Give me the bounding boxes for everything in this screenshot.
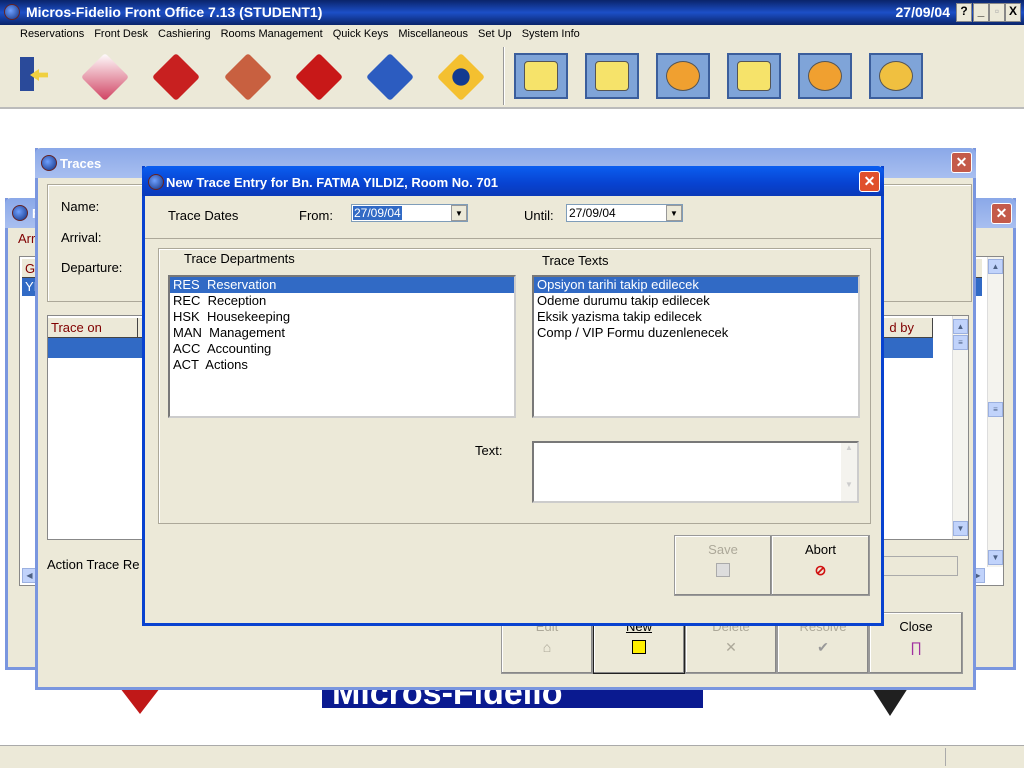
action-trace-field[interactable]	[878, 556, 958, 576]
menu-reservations[interactable]: Reservations	[15, 25, 89, 40]
trace-texts-list[interactable]: Opsiyon tarihi takip edilecek Odeme duru…	[532, 275, 860, 418]
vertical-scrollbar[interactable]: ▲ ≡ ▼	[987, 257, 1003, 567]
menu-cashiering[interactable]: Cashiering	[153, 25, 216, 40]
menu-quick-keys[interactable]: Quick Keys	[328, 25, 394, 40]
exit-icon[interactable]	[18, 57, 48, 97]
night-audit-icon[interactable]	[362, 52, 418, 102]
close-label: Close	[899, 619, 933, 634]
groups-icon[interactable]	[656, 53, 710, 99]
list-item[interactable]: Opsiyon tarihi takip edilecek	[534, 277, 858, 293]
miscellaneous-icon[interactable]	[433, 52, 489, 102]
departure-label: Departure:	[61, 260, 123, 275]
until-date-value: 27/09/04	[569, 206, 616, 220]
checkmark-icon: ✔	[817, 639, 829, 655]
app-globe-icon	[4, 4, 20, 20]
menu-front-desk[interactable]: Front Desk	[89, 25, 153, 40]
profiles-icon[interactable]	[798, 53, 852, 99]
window-globe-icon	[12, 205, 28, 221]
menu-miscellaneous[interactable]: Miscellaneous	[393, 25, 473, 40]
delete-icon: ✕	[725, 639, 737, 655]
menu-set-up[interactable]: Set Up	[473, 25, 517, 40]
save-button[interactable]: Save	[674, 535, 772, 596]
restore-button[interactable]: ▫	[989, 3, 1005, 22]
chevron-down-icon[interactable]: ▼	[451, 205, 467, 221]
logo-triangle-left	[120, 688, 160, 714]
minimize-button[interactable]: _	[973, 3, 989, 22]
edit-icon: ⌂	[542, 639, 552, 655]
name-label: Name:	[61, 199, 100, 214]
list-item[interactable]: ACT Actions	[170, 357, 514, 373]
arrival-label: Arrival:	[61, 230, 102, 245]
housekeeping-icon[interactable]	[727, 53, 781, 99]
arrival-label: Arr	[18, 231, 36, 246]
from-date-value: 27/09/04	[353, 206, 402, 220]
list-item[interactable]: Eksik yazisma takip edilecek	[534, 309, 858, 325]
close-traces-button[interactable]: ✕	[951, 152, 972, 173]
close-reservation-window-button[interactable]: ✕	[991, 203, 1012, 224]
text-field[interactable]: ▲ ▼	[532, 441, 859, 503]
list-item[interactable]: Odeme durumu takip edilecek	[534, 293, 858, 309]
traces-title: Traces	[60, 156, 102, 171]
from-date-combo[interactable]: 27/09/04 ▼	[351, 204, 468, 222]
divider	[145, 238, 881, 239]
trace-dates-label: Trace Dates	[168, 208, 239, 223]
cashiering-icon[interactable]	[220, 52, 276, 102]
app-title-bar: Micros-Fidelio Front Office 7.13 (STUDEN…	[0, 0, 1024, 25]
text-scrollbar[interactable]: ▲ ▼	[841, 443, 857, 501]
new-trace-dialog: New Trace Entry for Bn. FATMA YILDIZ, Ro…	[142, 166, 884, 626]
text-label: Text:	[475, 443, 503, 458]
list-item[interactable]: ACC Accounting	[170, 341, 514, 357]
close-dialog-button[interactable]: ✕	[859, 171, 880, 192]
list-item[interactable]: Comp / VIP Formu duzenlenecek	[534, 325, 858, 341]
dialog-title-bar: New Trace Entry for Bn. FATMA YILDIZ, Ro…	[142, 166, 884, 196]
list-item[interactable]: MAN Management	[170, 325, 514, 341]
from-label: From:	[299, 208, 333, 223]
menu-system-info[interactable]: System Info	[517, 25, 585, 40]
app-date: 27/09/04	[895, 4, 951, 20]
logo-triangle-right	[872, 688, 908, 716]
until-label: Until:	[524, 208, 554, 223]
save-label: Save	[708, 542, 738, 557]
trace-departments-list[interactable]: RES Reservation REC Reception HSK Housek…	[168, 275, 516, 418]
new-icon	[632, 640, 646, 654]
trace-departments-label: Trace Departments	[184, 251, 295, 266]
background-logo: Micros-Fidelio	[322, 688, 703, 708]
list-item[interactable]: RES Reservation	[170, 277, 514, 293]
chevron-down-icon[interactable]: ▼	[666, 205, 682, 221]
front-desk-icon[interactable]	[148, 52, 204, 102]
menu-rooms-management[interactable]: Rooms Management	[216, 25, 328, 40]
list-item[interactable]: HSK Housekeeping	[170, 309, 514, 325]
until-date-combo[interactable]: 27/09/04 ▼	[566, 204, 683, 222]
floppy-icon	[716, 563, 730, 577]
rooms-management-icon[interactable]	[291, 52, 347, 102]
status-bar	[0, 745, 1024, 768]
toolbar	[0, 45, 1024, 109]
abort-button[interactable]: Abort ⊘	[771, 535, 870, 596]
window-globe-icon	[148, 174, 164, 190]
trace-texts-label: Trace Texts	[542, 253, 609, 268]
column-header-trace-on[interactable]: Trace on	[48, 318, 138, 338]
abort-icon: ⊘	[814, 562, 827, 578]
messages-icon[interactable]	[585, 53, 639, 99]
close-app-button[interactable]: X	[1005, 3, 1021, 22]
abort-label: Abort	[804, 542, 837, 557]
dialog-title: New Trace Entry for Bn. FATMA YILDIZ, Ro…	[166, 175, 499, 190]
menu-bar: Reservations Front Desk Cashiering Rooms Ma…	[0, 25, 1024, 45]
door-exit-icon: ∏	[910, 639, 922, 655]
help-button[interactable]: ?	[956, 3, 972, 22]
app-title: Micros-Fidelio Front Office 7.13 (STUDEN…	[26, 4, 323, 20]
list-item[interactable]: REC Reception	[170, 293, 514, 309]
entertainment-icon[interactable]	[869, 53, 923, 99]
notes-icon[interactable]	[514, 53, 568, 99]
action-trace-label: Action Trace Re	[47, 557, 140, 572]
window-globe-icon	[41, 155, 57, 171]
vertical-scrollbar[interactable]: ▲ ≡ ▼	[952, 316, 968, 539]
reservation-icon[interactable]	[77, 52, 133, 102]
